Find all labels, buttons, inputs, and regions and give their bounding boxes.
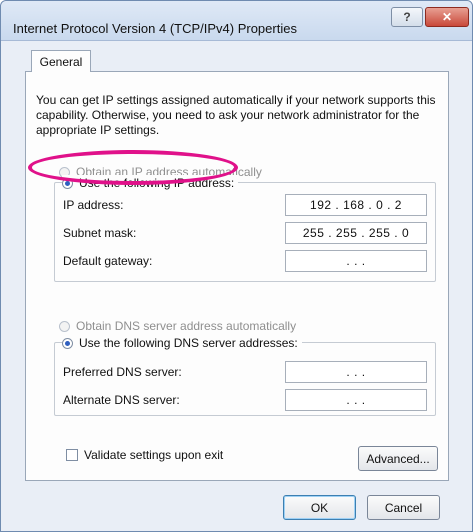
ip-address-label: IP address:: [63, 198, 124, 212]
default-gateway-row: Default gateway: . . .: [63, 250, 433, 272]
radio-circle-selected[interactable]: [62, 177, 73, 189]
preferred-dns-input[interactable]: . . .: [285, 361, 427, 383]
default-gateway-input[interactable]: . . .: [285, 250, 427, 272]
radio-label: Obtain DNS server address automatically: [76, 319, 297, 333]
radio-circle[interactable]: [59, 320, 70, 332]
alternate-dns-input[interactable]: . . .: [285, 389, 427, 411]
tab-general[interactable]: General: [31, 50, 91, 72]
general-panel: You can get IP settings assigned automat…: [25, 71, 449, 481]
window-title: Internet Protocol Version 4 (TCP/IPv4) P…: [13, 21, 297, 36]
ip-address-row: IP address: 192 . 168 . 0 . 2: [63, 194, 433, 216]
validate-label: Validate settings upon exit: [84, 448, 224, 462]
preferred-dns-row: Preferred DNS server: . . .: [63, 361, 433, 383]
close-icon: ✕: [441, 10, 453, 24]
help-icon: ?: [403, 10, 411, 24]
subnet-mask-label: Subnet mask:: [63, 226, 137, 240]
ok-button[interactable]: OK: [283, 495, 356, 520]
radio-obtain-dns-auto[interactable]: Obtain DNS server address automatically: [59, 318, 296, 334]
radio-dot: [65, 340, 70, 346]
alternate-dns-label: Alternate DNS server:: [63, 393, 180, 407]
radio-label: Use the following DNS server addresses:: [79, 336, 298, 350]
intro-text: You can get IP settings assigned automat…: [36, 93, 436, 137]
subnet-mask-row: Subnet mask: 255 . 255 . 255 . 0: [63, 222, 433, 244]
close-button[interactable]: ✕: [425, 7, 469, 27]
title-bar[interactable]: Internet Protocol Version 4 (TCP/IPv4) P…: [1, 1, 472, 41]
help-button[interactable]: ?: [391, 7, 423, 27]
radio-use-following-dns[interactable]: Use the following DNS server addresses:: [62, 335, 302, 351]
ip-address-input[interactable]: 192 . 168 . 0 . 2: [285, 194, 427, 216]
subnet-mask-input[interactable]: 255 . 255 . 255 . 0: [285, 222, 427, 244]
preferred-dns-label: Preferred DNS server:: [63, 365, 182, 379]
radio-use-following-ip[interactable]: Use the following IP address:: [62, 175, 239, 191]
radio-circle-selected[interactable]: [62, 337, 73, 349]
dialog-window: Internet Protocol Version 4 (TCP/IPv4) P…: [0, 0, 473, 532]
advanced-button[interactable]: Advanced...: [358, 446, 438, 471]
default-gateway-label: Default gateway:: [63, 254, 153, 268]
validate-checkbox[interactable]: [66, 449, 78, 461]
radio-label: Use the following IP address:: [79, 176, 235, 190]
radio-dot: [65, 180, 70, 186]
validate-settings-row[interactable]: Validate settings upon exit: [66, 448, 223, 462]
alternate-dns-row: Alternate DNS server: . . .: [63, 389, 433, 411]
cancel-button[interactable]: Cancel: [367, 495, 440, 520]
